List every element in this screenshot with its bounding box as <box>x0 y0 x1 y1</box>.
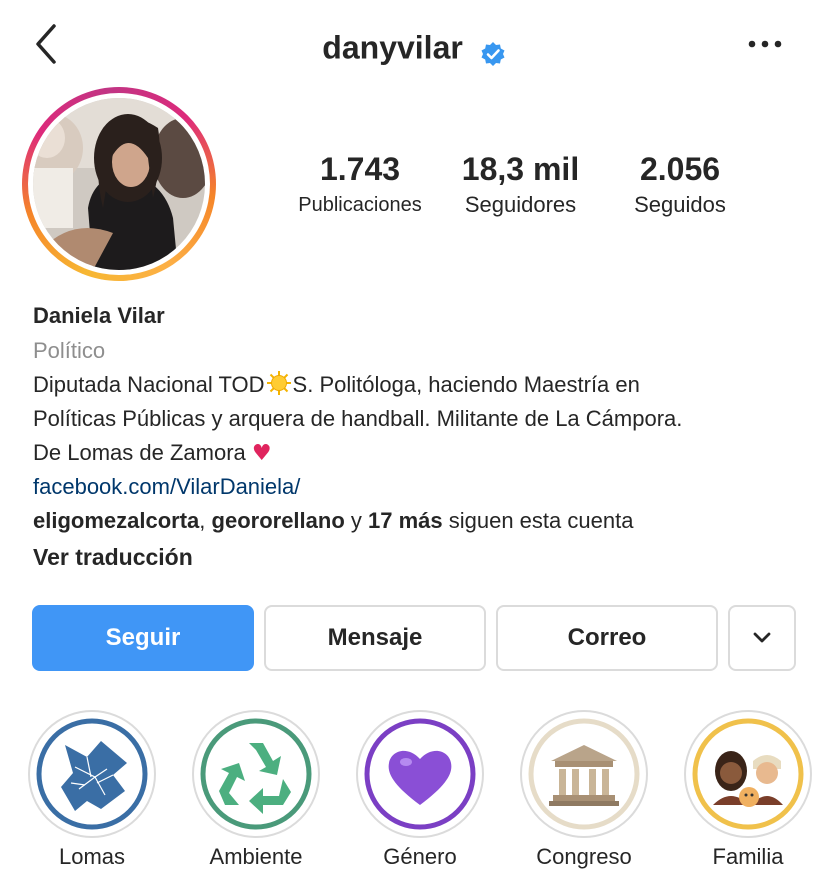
bio-text: Diputada Nacional TOD <box>33 372 265 397</box>
highlight-familia[interactable]: Familia <box>684 710 812 870</box>
highlight-lomas[interactable]: Lomas <box>28 710 156 870</box>
bio-text: S. Politóloga, haciendo Maestría en <box>292 372 640 397</box>
email-button[interactable]: Correo <box>496 605 718 671</box>
highlight-label: Género <box>383 844 457 869</box>
chevron-down-icon <box>753 632 771 643</box>
purple-heart-icon <box>364 718 476 830</box>
highlight-label: Lomas <box>58 844 126 869</box>
more-options-button[interactable] <box>748 34 782 54</box>
followers-number: 18,3 mil <box>461 151 580 187</box>
following-count[interactable]: 2.056 Seguidos <box>608 150 752 220</box>
suggested-dropdown-button[interactable] <box>728 605 796 671</box>
bio-text: De Lomas de Zamora <box>33 440 252 465</box>
highlight-label: Familia <box>712 844 784 869</box>
see-translation-link[interactable]: Ver traducción <box>33 540 193 574</box>
followed-user-2[interactable]: geororellano <box>212 508 345 533</box>
heart-icon: ♥ <box>251 441 272 466</box>
bio-line-1: Diputada Nacional TOD S. Politóloga, haci… <box>33 368 640 406</box>
profile-username-header: danyvilar <box>0 24 828 69</box>
username: danyvilar <box>322 29 463 66</box>
map-icon <box>36 718 148 830</box>
followers-label: Seguidores <box>464 192 577 217</box>
follow-button[interactable]: Seguir <box>32 605 254 671</box>
posts-number: 1.743 <box>319 151 401 187</box>
family-icon <box>692 718 804 830</box>
following-number: 2.056 <box>639 151 721 187</box>
more-horizontal-icon <box>748 40 782 48</box>
highlight-genero[interactable]: Género <box>356 710 484 870</box>
message-button[interactable]: Mensaje <box>264 605 486 671</box>
verified-badge-icon <box>480 35 506 66</box>
bio-line-3: De Lomas de Zamora ♥ <box>33 436 272 471</box>
highlight-ambiente[interactable]: Ambiente <box>192 710 320 870</box>
avatar[interactable] <box>33 98 205 270</box>
followers-count[interactable]: 18,3 mil Seguidores <box>448 150 593 220</box>
posts-count[interactable]: 1.743 Publicaciones <box>282 150 438 220</box>
highlight-congreso[interactable]: Congreso <box>520 710 648 870</box>
followed-more[interactable]: 17 más <box>368 508 443 533</box>
highlight-label: Congreso <box>536 844 632 869</box>
classical-building-icon <box>528 718 640 830</box>
profile-name: Daniela Vilar <box>33 303 165 328</box>
profile-link[interactable]: facebook.com/VilarDaniela/ <box>33 470 300 504</box>
followed-user-1[interactable]: eligomezalcorta <box>33 508 199 533</box>
highlight-label: Ambiente <box>209 844 303 869</box>
recycle-icon <box>200 718 312 830</box>
bio-line-2: Políticas Públicas y arquera de handball… <box>33 406 683 431</box>
following-label: Seguidos <box>634 192 726 217</box>
posts-label: Publicaciones <box>298 194 422 216</box>
profile-category: Político <box>33 338 106 363</box>
sun-icon <box>265 370 293 406</box>
followed-by[interactable]: eligomezalcorta, geororellano y 17 más s… <box>33 504 633 538</box>
